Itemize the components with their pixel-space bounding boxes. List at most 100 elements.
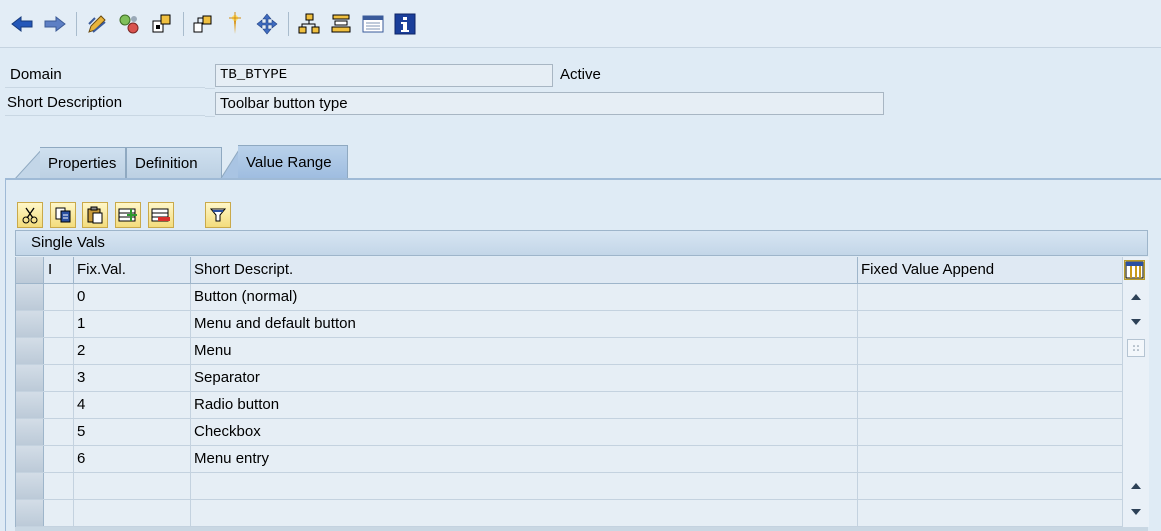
column-header-fix-val[interactable]: Fix.Val. [74,257,191,283]
tab-properties-label: Properties [48,155,117,172]
copy-icon[interactable] [50,202,76,228]
scroll-thumb[interactable] [1127,339,1145,357]
indicator-cell[interactable] [44,311,74,337]
fix-val-cell[interactable]: 4 [74,392,191,418]
short-descript-cell[interactable] [191,473,858,499]
append-cell[interactable] [858,392,1122,418]
short-descript-cell[interactable]: Button (normal) [191,284,858,310]
info-icon[interactable] [393,12,417,36]
back-icon[interactable] [10,12,34,36]
short-description-field[interactable]: Toolbar button type [215,92,884,115]
tab-definition-label: Definition [135,155,198,172]
table-row [16,500,1122,527]
indicator-cell[interactable] [44,419,74,445]
append-cell[interactable] [858,365,1122,391]
append-cell[interactable] [858,311,1122,337]
append-cell[interactable] [858,338,1122,364]
indicator-cell[interactable] [44,473,74,499]
short-descript-cell[interactable]: Menu and default button [191,311,858,337]
short-descript-cell[interactable]: Radio button [191,392,858,418]
scroll-up-icon[interactable] [1127,288,1145,306]
tab-properties[interactable]: Properties [40,147,126,178]
domain-label: Domain [5,62,205,88]
fix-val-cell[interactable]: 5 [74,419,191,445]
navigate-icon[interactable] [255,12,279,36]
fix-val-cell[interactable]: 2 [74,338,191,364]
row-selector[interactable] [16,365,44,391]
fix-val-cell[interactable]: 6 [74,446,191,472]
append-cell[interactable] [858,419,1122,445]
short-descript-cell[interactable]: Separator [191,365,858,391]
tab-definition[interactable]: Definition [126,147,222,178]
display-object-icon[interactable] [223,12,247,36]
fix-val-cell[interactable]: 0 [74,284,191,310]
fixed-values-table: I Fix.Val. Short Descript. Fixed Value A… [15,257,1149,527]
object-list-icon[interactable] [191,12,215,36]
table-row: 2 Menu [16,338,1122,365]
indicator-cell[interactable] [44,500,74,526]
short-descript-cell[interactable]: Menu [191,338,858,364]
filter-icon[interactable] [205,202,231,228]
indicator-cell[interactable] [44,365,74,391]
vertical-scrollbar[interactable] [1122,257,1149,527]
table-row: 3 Separator [16,365,1122,392]
row-selector[interactable] [16,473,44,499]
short-descript-cell[interactable]: Checkbox [191,419,858,445]
scroll-down-icon[interactable] [1127,313,1145,331]
row-selector[interactable] [16,500,44,526]
activate-icon[interactable] [117,12,141,36]
short-descript-cell[interactable] [191,500,858,526]
tab-strip: Properties Definition Value Range [0,140,1161,180]
indicator-cell[interactable] [44,284,74,310]
indicator-cell[interactable] [44,392,74,418]
short-descript-cell[interactable]: Menu entry [191,446,858,472]
indicator-cell[interactable] [44,446,74,472]
append-cell[interactable] [858,500,1122,526]
application-toolbar [0,0,1161,48]
paste-icon[interactable] [82,202,108,228]
layout-icon[interactable] [361,12,385,36]
table-row: 5 Checkbox [16,419,1122,446]
tab-value-range[interactable]: Value Range [238,145,348,178]
tab-value-range-label: Value Range [246,154,332,171]
cut-icon[interactable] [17,202,43,228]
row-selector[interactable] [16,284,44,310]
fix-val-cell[interactable]: 1 [74,311,191,337]
short-description-label: Short Description [5,90,205,116]
row-selector[interactable] [16,392,44,418]
indicator-cell[interactable] [44,338,74,364]
fix-val-cell[interactable] [74,500,191,526]
short-description-row: Short Description Toolbar button type [5,90,885,117]
append-cell[interactable] [858,446,1122,472]
table-row [16,473,1122,500]
page-up-icon[interactable] [1127,477,1145,495]
fix-val-cell[interactable] [74,473,191,499]
row-selector[interactable] [16,311,44,337]
column-configuration-icon[interactable] [1124,260,1145,280]
column-header-indicator[interactable]: I [44,257,74,283]
forward-icon[interactable] [43,12,67,36]
row-selector[interactable] [16,338,44,364]
where-used-icon[interactable] [150,12,174,36]
insert-row-icon[interactable] [115,202,141,228]
select-all-cell[interactable] [16,257,44,283]
column-header-fixed-value-append[interactable]: Fixed Value Append [858,257,1122,283]
horizontal-scrollbar[interactable] [15,527,1148,531]
column-header-short-descript[interactable]: Short Descript. [191,257,858,283]
append-cell[interactable] [858,284,1122,310]
edit-icon[interactable] [85,12,109,36]
single-values-title: Single Vals [15,230,1148,256]
row-selector[interactable] [16,419,44,445]
delete-row-icon[interactable] [148,202,174,228]
fix-val-cell[interactable]: 3 [74,365,191,391]
domain-field[interactable]: TB_BTYPE [215,64,553,87]
table-row: 4 Radio button [16,392,1122,419]
append-cell[interactable] [858,473,1122,499]
table-row: 0 Button (normal) [16,284,1122,311]
domain-row: Domain TB_BTYPE Active [5,62,885,89]
hierarchy-icon[interactable] [297,12,321,36]
page-down-icon[interactable] [1127,503,1145,521]
row-selector[interactable] [16,446,44,472]
table-header-row: I Fix.Val. Short Descript. Fixed Value A… [16,257,1122,284]
stack-icon[interactable] [329,12,353,36]
